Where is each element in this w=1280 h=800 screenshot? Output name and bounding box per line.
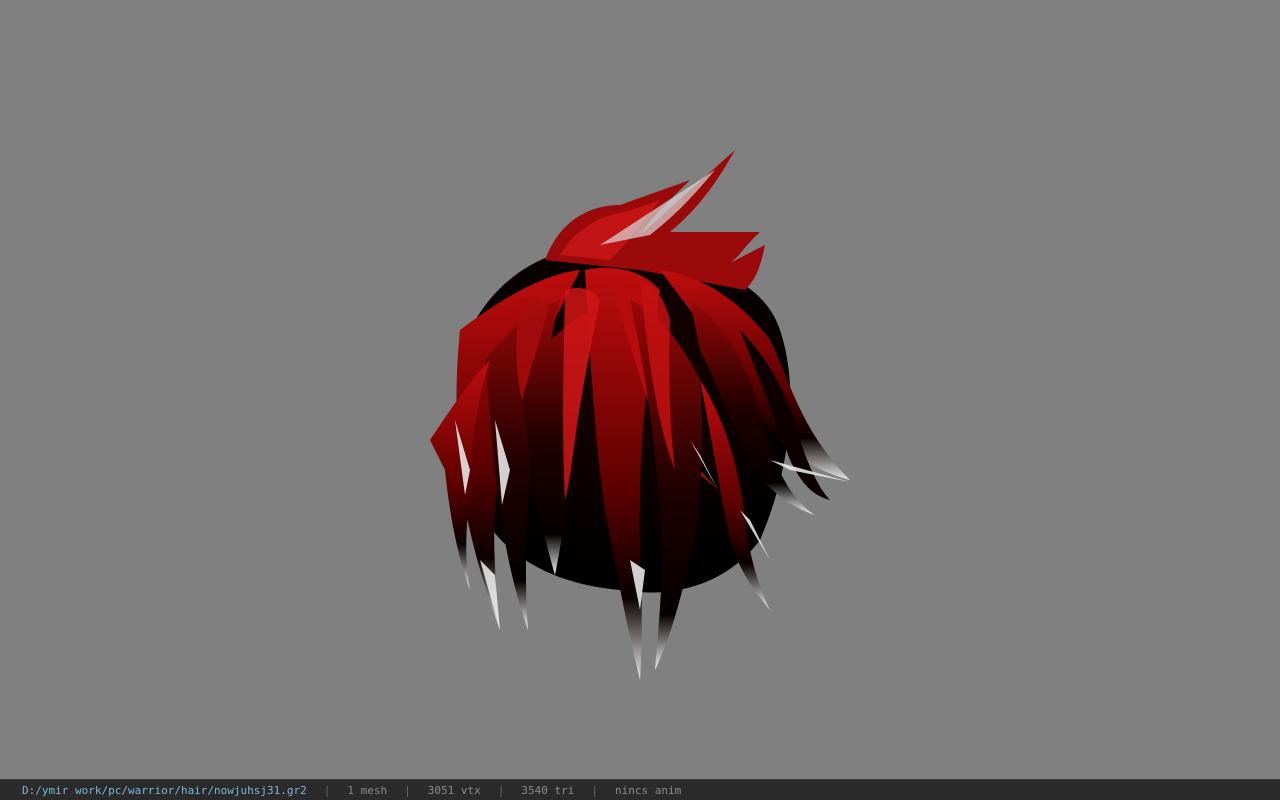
status-separator: | [404, 783, 411, 797]
mesh-count-label: 1 mesh [347, 783, 388, 797]
hair-model-render [430, 150, 850, 680]
status-bar: D:/ymir work/pc/warrior/hair/nowjuhsj31.… [0, 779, 1280, 800]
status-separator: | [323, 783, 331, 797]
status-separator: | [591, 783, 598, 797]
file-path-label: D:/ymir work/pc/warrior/hair/nowjuhsj31.… [22, 783, 307, 797]
vertex-count-label: 3051 vtx [427, 783, 481, 797]
status-separator: | [497, 783, 505, 797]
triangle-count-label: 3540 tri [521, 783, 575, 797]
anim-status-label: nincs anim [615, 783, 682, 797]
3d-viewport[interactable] [0, 0, 1280, 779]
